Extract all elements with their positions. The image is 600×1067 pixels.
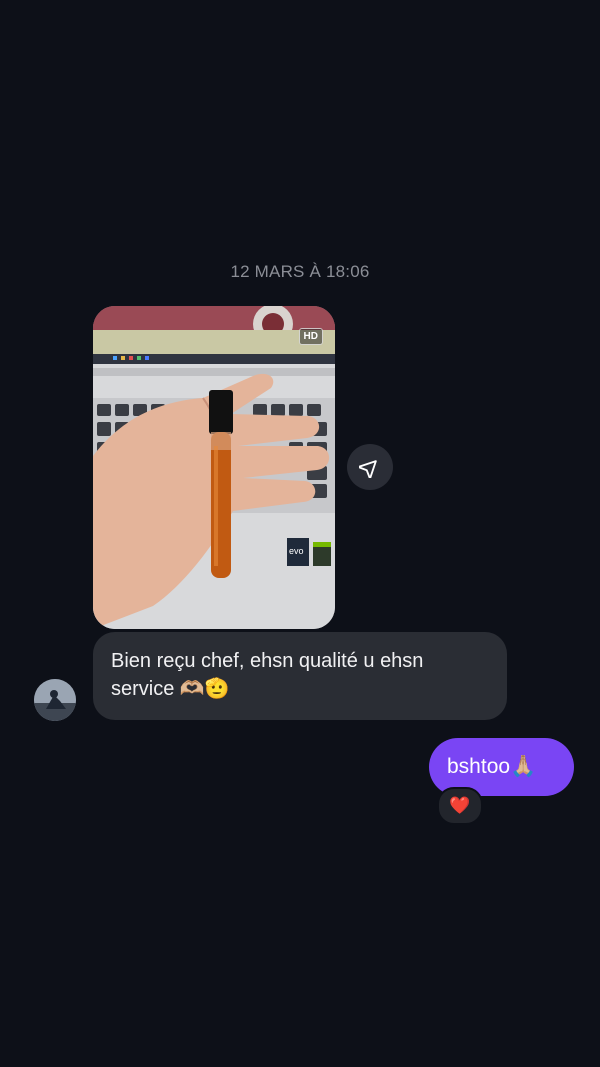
heart-reaction[interactable]: ❤️: [437, 787, 483, 825]
avatar-image: [34, 679, 76, 721]
incoming-message-text: Bien reçu chef, ehsn qualité u ehsn serv…: [111, 650, 424, 700]
svg-text:evo: evo: [289, 546, 304, 556]
message-timestamp: 12 MARS À 18:06: [230, 262, 370, 281]
incoming-message-bubble[interactable]: Bien reçu chef, ehsn qualité u ehsn serv…: [93, 632, 507, 720]
shared-photo[interactable]: evo HD: [93, 306, 335, 629]
outgoing-message-text: bshtoo🙏🏼: [447, 755, 537, 778]
chat-screen: 12 MARS À 18:06 evo HD Bien reçu chef, e…: [0, 0, 600, 1067]
heart-icon: ❤️: [449, 796, 471, 815]
hd-badge: HD: [298, 328, 323, 345]
photo-illustration: evo: [93, 306, 335, 629]
share-button[interactable]: [347, 444, 393, 490]
sender-avatar[interactable]: [34, 679, 76, 721]
paper-plane-icon: [359, 460, 377, 478]
